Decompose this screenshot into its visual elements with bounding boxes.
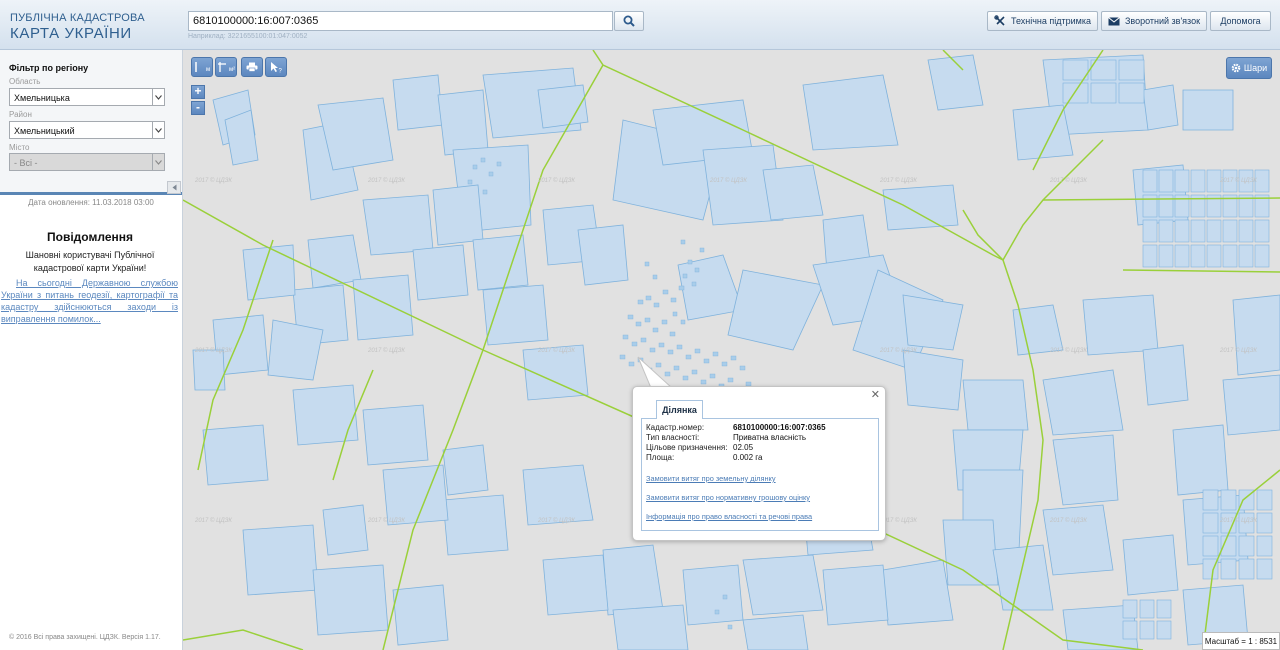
svg-text:?: ? <box>278 69 282 74</box>
logo-line2: КАРТА УКРАЇНИ <box>10 25 132 42</box>
sidebar: Фільтр по регіону Область Хмельницька Ра… <box>0 50 183 650</box>
district-value: Хмельницький <box>14 126 75 136</box>
map-watermark: 2017 © ЦДЗК <box>538 518 575 524</box>
gear-icon <box>1231 63 1241 73</box>
map-watermark: 2017 © ЦДЗК <box>1220 518 1257 524</box>
map-watermark: 2017 © ЦДЗК <box>1220 178 1257 184</box>
city-select[interactable]: - Всі - <box>9 153 165 171</box>
city-label: Місто <box>9 143 30 152</box>
filter-title: Фільтр по регіону <box>9 63 89 73</box>
map-watermark: 2017 © ЦДЗК <box>538 348 575 354</box>
search-bar: Наприклад: 3221655100:01:047:0052 <box>188 11 644 40</box>
order-parcel-extract-link[interactable]: Замовити витяг про земельну ділянку <box>646 474 776 483</box>
tab-parcel[interactable]: Ділянка <box>656 400 703 419</box>
area-label: Площа: <box>646 453 675 462</box>
ownership-type-label: Тип власності: <box>646 433 700 442</box>
map-watermark: 2017 © ЦДЗК <box>1050 518 1087 524</box>
map-watermark: 2017 © ЦДЗК <box>368 178 405 184</box>
map-watermark: 2017 © ЦДЗК <box>195 518 232 524</box>
layers-button[interactable]: Шари <box>1226 57 1272 79</box>
purpose-label: Цільове призначення: <box>646 443 728 452</box>
zoom-in-button[interactable]: + <box>191 85 205 99</box>
support-label: Технічна підтримка <box>1010 16 1092 26</box>
map-watermark: 2017 © ЦДЗК <box>195 178 232 184</box>
region-select[interactable]: Хмельницька <box>9 88 165 106</box>
measure-distance-button[interactable]: м <box>191 57 213 77</box>
city-value: - Всі - <box>14 158 38 168</box>
copyright: © 2016 Всі права захищені. ЦДЗК. Версія … <box>9 634 161 641</box>
printer-icon <box>246 62 258 72</box>
help-button[interactable]: Допомога <box>1210 11 1271 31</box>
chevron-left-icon <box>172 184 176 191</box>
notice-title: Повідомлення <box>47 230 133 244</box>
region-label: Область <box>9 77 41 86</box>
area-ruler-icon <box>217 62 226 72</box>
search-input[interactable] <box>188 11 613 31</box>
region-value: Хмельницька <box>14 93 70 103</box>
area-value: 0.002 га <box>733 453 763 462</box>
district-select[interactable]: Хмельницький <box>9 121 165 139</box>
logo-line1: ПУБЛІЧНА КАДАСТРОВА <box>10 12 145 24</box>
map-watermark: 2017 © ЦДЗК <box>368 518 405 524</box>
area-unit: м² <box>228 67 236 73</box>
cadastral-number-value: 6810100000:16:007:0365 <box>733 423 826 432</box>
purpose-value: 02.05 <box>733 443 754 452</box>
map-canvas[interactable]: 2017 © ЦДЗК 2017 © ЦДЗК 2017 © ЦДЗК 2017… <box>183 50 1280 650</box>
search-button[interactable] <box>614 11 644 31</box>
collapse-sidebar-button[interactable] <box>167 181 181 194</box>
notice-link[interactable]: На сьогодні Державною службою України з … <box>1 277 178 325</box>
search-icon <box>623 15 635 27</box>
chevron-down-icon <box>152 154 164 170</box>
layers-label: Шари <box>1243 63 1268 73</box>
app-header: ПУБЛІЧНА КАДАСТРОВА КАРТА УКРАЇНИ Наприк… <box>0 0 1280 50</box>
region-filter: Фільтр по регіону Область Хмельницька Ра… <box>0 50 182 195</box>
distance-unit: м <box>205 67 211 73</box>
district-label: Район <box>9 110 32 119</box>
print-button[interactable] <box>241 57 263 77</box>
map-watermark: 2017 © ЦДЗК <box>880 178 917 184</box>
zoom-out-button[interactable]: - <box>191 101 205 115</box>
cursor-question-icon: ? <box>270 62 282 74</box>
search-hint: Наприклад: 3221655100:01:047:0052 <box>188 33 308 40</box>
ruler-icon <box>195 62 197 72</box>
map-watermark: 2017 © ЦДЗК <box>195 348 232 354</box>
order-valuation-extract-link[interactable]: Замовити витяг про нормативну грошову оц… <box>646 493 810 502</box>
parcel-popup: ✕ Ділянка Кадастр.номер: 6810100000:16:0… <box>632 386 886 541</box>
support-button[interactable]: Технічна підтримка <box>987 11 1098 31</box>
ownership-info-link[interactable]: Інформація про право власності та речові… <box>646 512 812 521</box>
parcel-info: Кадастр.номер: 6810100000:16:007:0365 Ти… <box>641 418 879 531</box>
map-watermark: 2017 © ЦДЗК <box>1050 348 1087 354</box>
map-watermark: 2017 © ЦДЗК <box>538 178 575 184</box>
feedback-button[interactable]: Зворотний зв'язок <box>1101 11 1207 31</box>
map-watermark: 2017 © ЦДЗК <box>1050 178 1087 184</box>
update-date: Дата оновлення: 11.03.2018 03:00 <box>28 198 154 207</box>
measure-area-button[interactable]: м² <box>215 57 237 77</box>
identify-button[interactable]: ? <box>265 57 287 77</box>
chevron-down-icon <box>152 122 164 138</box>
help-label: Допомога <box>1220 16 1261 26</box>
tools-icon <box>994 15 1005 26</box>
chevron-down-icon <box>152 89 164 105</box>
map-scale: Масштаб = 1 : 8531 <box>1202 632 1280 650</box>
envelope-icon <box>1108 16 1120 25</box>
notice-text: Шановні користувачі Публічної кадастрово… <box>25 250 155 273</box>
logo[interactable]: ПУБЛІЧНА КАДАСТРОВА КАРТА УКРАЇНИ <box>10 12 145 42</box>
map-watermark: 2017 © ЦДЗК <box>368 348 405 354</box>
cadastral-map <box>183 50 1280 650</box>
map-watermark: 2017 © ЦДЗК <box>1220 348 1257 354</box>
ownership-type-value: Приватна власність <box>733 433 807 442</box>
map-watermark: 2017 © ЦДЗК <box>710 178 747 184</box>
map-watermark: 2017 © ЦДЗК <box>880 348 917 354</box>
feedback-label: Зворотний зв'язок <box>1124 16 1201 26</box>
cadastral-number-label: Кадастр.номер: <box>646 423 705 432</box>
close-icon[interactable]: ✕ <box>871 390 880 401</box>
